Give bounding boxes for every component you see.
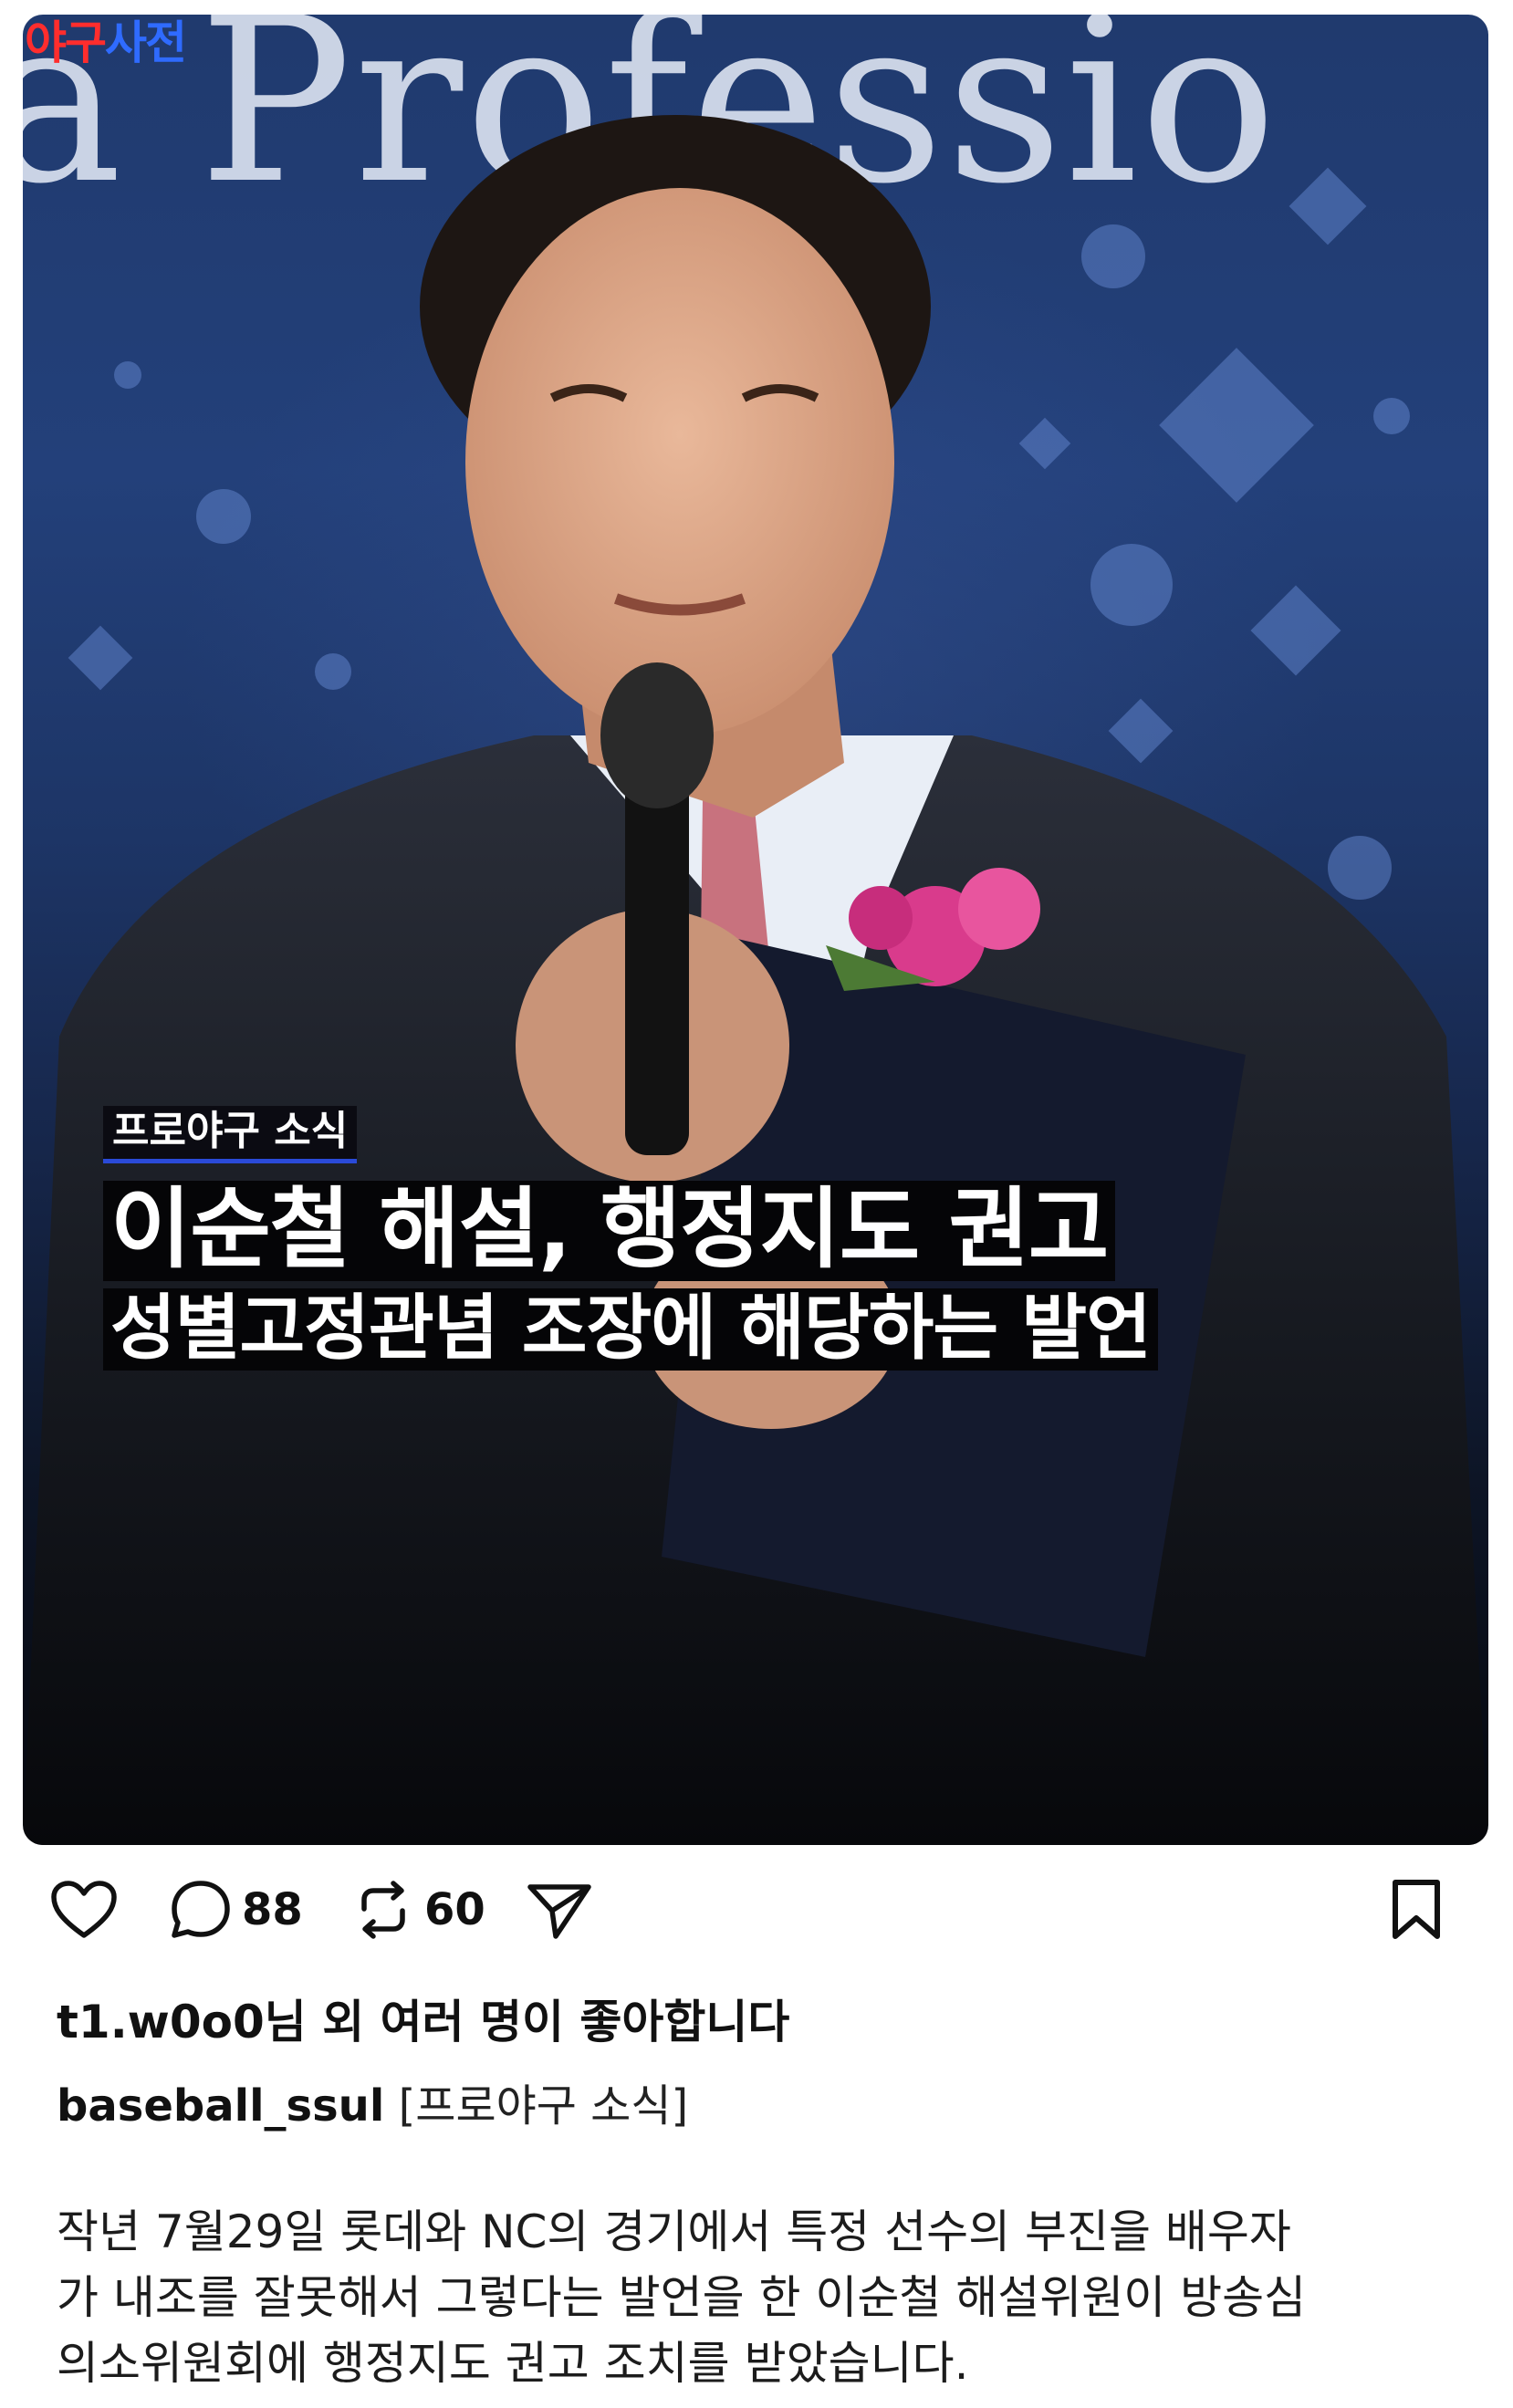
caption-body-line: 가 내조를 잘못해서 그렇다는 발언을 한 이순철 해설위원이 방송심 bbox=[57, 2271, 1307, 2324]
heart-icon bbox=[51, 1881, 117, 1938]
action-bar: 88 60 bbox=[50, 1878, 1474, 1942]
like-button[interactable] bbox=[50, 1878, 118, 1942]
brand-logo: 야구사전 bbox=[25, 16, 187, 69]
caption-body-line: 의소위원회에 행정지도 권고 조치를 받았습니다. bbox=[57, 2337, 969, 2390]
repost-button[interactable]: 60 bbox=[351, 1878, 485, 1942]
comment-count: 88 bbox=[242, 1884, 303, 1935]
caption-header: baseball_ssul [프로야구 소식] bbox=[57, 2069, 688, 2133]
repost-icon bbox=[361, 1881, 405, 1939]
likes-summary[interactable]: t1.w0o0님 외 여러 명이 좋아합니다 bbox=[57, 1986, 789, 2051]
bookmark-icon bbox=[1393, 1880, 1440, 1939]
caption-body: 작년 7월29일 롯데와 NC의 경기에서 특정 선수의 부진을 배우자 가 내… bbox=[57, 2199, 1462, 2396]
repost-count: 60 bbox=[424, 1884, 485, 1935]
caption-body-line: 작년 7월29일 롯데와 NC의 경기에서 특정 선수의 부진을 배우자 bbox=[57, 2205, 1291, 2258]
speaker-photo bbox=[23, 115, 1488, 1845]
share-button[interactable] bbox=[525, 1878, 594, 1942]
news-tag: 프로야구 소식 bbox=[103, 1106, 358, 1164]
headline-line-1: 이순철 해설, 행정지도 권고 bbox=[103, 1181, 1116, 1281]
caption-title: [프로야구 소식] bbox=[398, 2080, 689, 2132]
username-link[interactable]: baseball_ssul bbox=[57, 2080, 384, 2132]
save-button[interactable] bbox=[1390, 1878, 1443, 1942]
comment-button[interactable]: 88 bbox=[169, 1878, 303, 1942]
comment-icon bbox=[172, 1881, 230, 1938]
headline-line-2: 성별고정관념 조장에 해당하는 발언 bbox=[103, 1288, 1158, 1371]
send-icon bbox=[527, 1884, 591, 1939]
post-image[interactable]: a Professio bbox=[23, 15, 1488, 1845]
